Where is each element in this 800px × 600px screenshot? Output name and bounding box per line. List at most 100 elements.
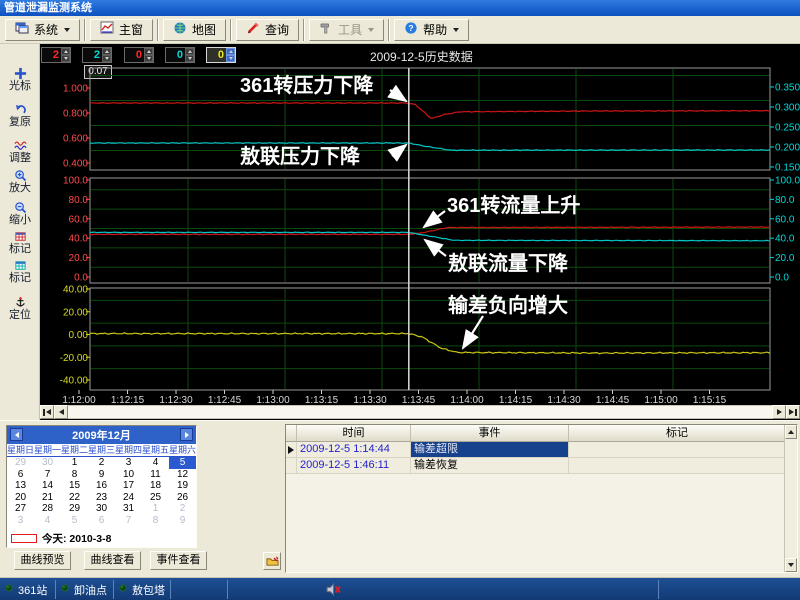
- station-dot-icon: [60, 583, 70, 596]
- calendar-day[interactable]: 16: [88, 480, 115, 492]
- calendar-day[interactable]: 22: [61, 492, 88, 504]
- toolbar-button-主窗[interactable]: 主窗: [90, 18, 154, 41]
- scrollbar-up-button[interactable]: [785, 425, 797, 439]
- locate-icon: [0, 295, 40, 309]
- calendar-day[interactable]: 28: [34, 503, 61, 515]
- help-icon: ?: [404, 21, 418, 38]
- event-row-0[interactable]: 2009-12-5 1:14:44 输差超限: [286, 442, 797, 458]
- calendar-day[interactable]: 1: [142, 503, 169, 515]
- calendar-day[interactable]: 1: [61, 457, 88, 469]
- calendar-day[interactable]: 17: [115, 480, 142, 492]
- calendar-day[interactable]: 6: [88, 515, 115, 527]
- calendar-day[interactable]: 30: [88, 503, 115, 515]
- button-事件查看[interactable]: 事件查看: [150, 551, 207, 570]
- toolbar-button-帮助[interactable]: ? 帮助: [394, 18, 470, 41]
- event-mark-cell: [569, 442, 786, 458]
- button-曲线预览[interactable]: 曲线预览: [14, 551, 71, 570]
- query-icon: [246, 21, 260, 38]
- sidebar-tool-标记-6[interactable]: 标记: [0, 258, 40, 284]
- calendar-day[interactable]: 21: [34, 492, 61, 504]
- svg-text:40.0: 40.0: [69, 234, 89, 245]
- scroll-last-button[interactable]: [786, 405, 800, 419]
- open-file-button[interactable]: [263, 552, 281, 570]
- toolbar-button-地图[interactable]: 地图: [163, 18, 227, 41]
- sidebar-tool-调整-2[interactable]: 调整: [0, 138, 40, 164]
- calendar-day[interactable]: 9: [88, 469, 115, 481]
- calendar-day[interactable]: 29: [61, 503, 88, 515]
- scroll-right-button[interactable]: [772, 405, 786, 419]
- calendar-prev-button[interactable]: [10, 428, 23, 441]
- calendar-day[interactable]: 31: [115, 503, 142, 515]
- calendar-day[interactable]: 8: [61, 469, 88, 481]
- calendar-day[interactable]: 25: [142, 492, 169, 504]
- chart-horizontal-scrollbar[interactable]: [40, 405, 800, 419]
- sidebar-tool-复原-1[interactable]: 复原: [0, 102, 40, 128]
- sidebar-tool-缩小-4[interactable]: 缩小: [0, 200, 40, 226]
- calendar-day[interactable]: 2: [88, 457, 115, 469]
- calendar-day[interactable]: 18: [142, 480, 169, 492]
- calendar-day-name: 星期日: [7, 445, 35, 455]
- toolbar-button-查询[interactable]: 查询: [236, 18, 300, 41]
- speaker-muted-icon[interactable]: [326, 582, 341, 600]
- button-曲线查看[interactable]: 曲线查看: [84, 551, 141, 570]
- sidebar-tool-放大-3[interactable]: 放大: [0, 168, 40, 194]
- scroll-first-button[interactable]: [40, 405, 54, 419]
- time-cursor-line: [408, 68, 410, 390]
- calendar-day[interactable]: 4: [142, 457, 169, 469]
- column-header-时间[interactable]: 时间: [297, 425, 411, 442]
- app-window: 管道泄漏监测系统 系统 主窗 地图 查询 工具? 帮助 光标 复原 调整 放大 缩小 标记 标记 定位 …: [0, 0, 800, 600]
- svg-text:60.0: 60.0: [69, 214, 89, 225]
- calendar-day[interactable]: 30: [34, 457, 61, 469]
- toolbar-button-系统[interactable]: 系统: [5, 18, 81, 41]
- calendar-day[interactable]: 13: [7, 480, 34, 492]
- sidebar-tool-label: 标记: [9, 272, 31, 284]
- sidebar-tool-标记-5[interactable]: 标记: [0, 229, 40, 255]
- calendar-day[interactable]: 6: [7, 469, 34, 481]
- calendar-day[interactable]: 29: [7, 457, 34, 469]
- calendar-day-selected[interactable]: 5: [169, 457, 196, 469]
- event-table-scrollbar[interactable]: [784, 425, 797, 572]
- status-separator: [227, 580, 228, 599]
- event-time-cell: 2009-12-5 1:46:11: [297, 458, 411, 474]
- calendar-day[interactable]: 15: [61, 480, 88, 492]
- event-row-1[interactable]: 2009-12-5 1:46:11 输差恢复: [286, 458, 797, 474]
- calendar-day[interactable]: 10: [115, 469, 142, 481]
- calendar-day[interactable]: 4: [34, 515, 61, 527]
- calendar-day[interactable]: 24: [115, 492, 142, 504]
- scroll-left-button[interactable]: [54, 405, 68, 419]
- column-header-事件[interactable]: 事件: [411, 425, 569, 442]
- sidebar-tool-定位-7[interactable]: 定位: [0, 295, 40, 321]
- calendar-day[interactable]: 8: [142, 515, 169, 527]
- calendar-day[interactable]: 27: [7, 503, 34, 515]
- calendar-next-button[interactable]: [180, 428, 193, 441]
- calendar-day[interactable]: 7: [34, 469, 61, 481]
- zoom-out-icon: [0, 200, 40, 214]
- mark-teal-icon: [0, 258, 40, 272]
- calendar-day[interactable]: 14: [34, 480, 61, 492]
- event-table-header: 时间 事件 标记: [286, 425, 797, 442]
- calendar-day[interactable]: 5: [61, 515, 88, 527]
- scrollbar-down-button[interactable]: [785, 558, 797, 572]
- calendar-day[interactable]: 20: [7, 492, 34, 504]
- calendar-day[interactable]: 26: [169, 492, 196, 504]
- chart-tools-sidebar: 光标 复原 调整 放大 缩小 标记 标记 定位: [0, 44, 40, 420]
- calendar-day-names: 星期日 星期一 星期二 星期三 星期四 星期五 星期六: [7, 444, 196, 457]
- down-arrow-icon: [788, 563, 794, 567]
- calendar-day[interactable]: 19: [169, 480, 196, 492]
- calendar-day[interactable]: 7: [115, 515, 142, 527]
- calendar-day[interactable]: 12: [169, 469, 196, 481]
- calendar-day[interactable]: 3: [7, 515, 34, 527]
- today-marker-box: [11, 533, 37, 543]
- column-header-标记[interactable]: 标记: [569, 425, 786, 442]
- status-separator: [55, 580, 56, 599]
- scroll-track[interactable]: [68, 405, 772, 419]
- calendar-day[interactable]: 3: [115, 457, 142, 469]
- mark-red-icon: [0, 229, 40, 243]
- calendar-day[interactable]: 9: [169, 515, 196, 527]
- calendar-header: 2009年12月: [7, 426, 196, 444]
- sidebar-tool-label: 复原: [9, 116, 31, 128]
- calendar-day[interactable]: 11: [142, 469, 169, 481]
- calendar-day[interactable]: 23: [88, 492, 115, 504]
- sidebar-tool-光标-0[interactable]: 光标: [0, 66, 40, 92]
- calendar-day[interactable]: 2: [169, 503, 196, 515]
